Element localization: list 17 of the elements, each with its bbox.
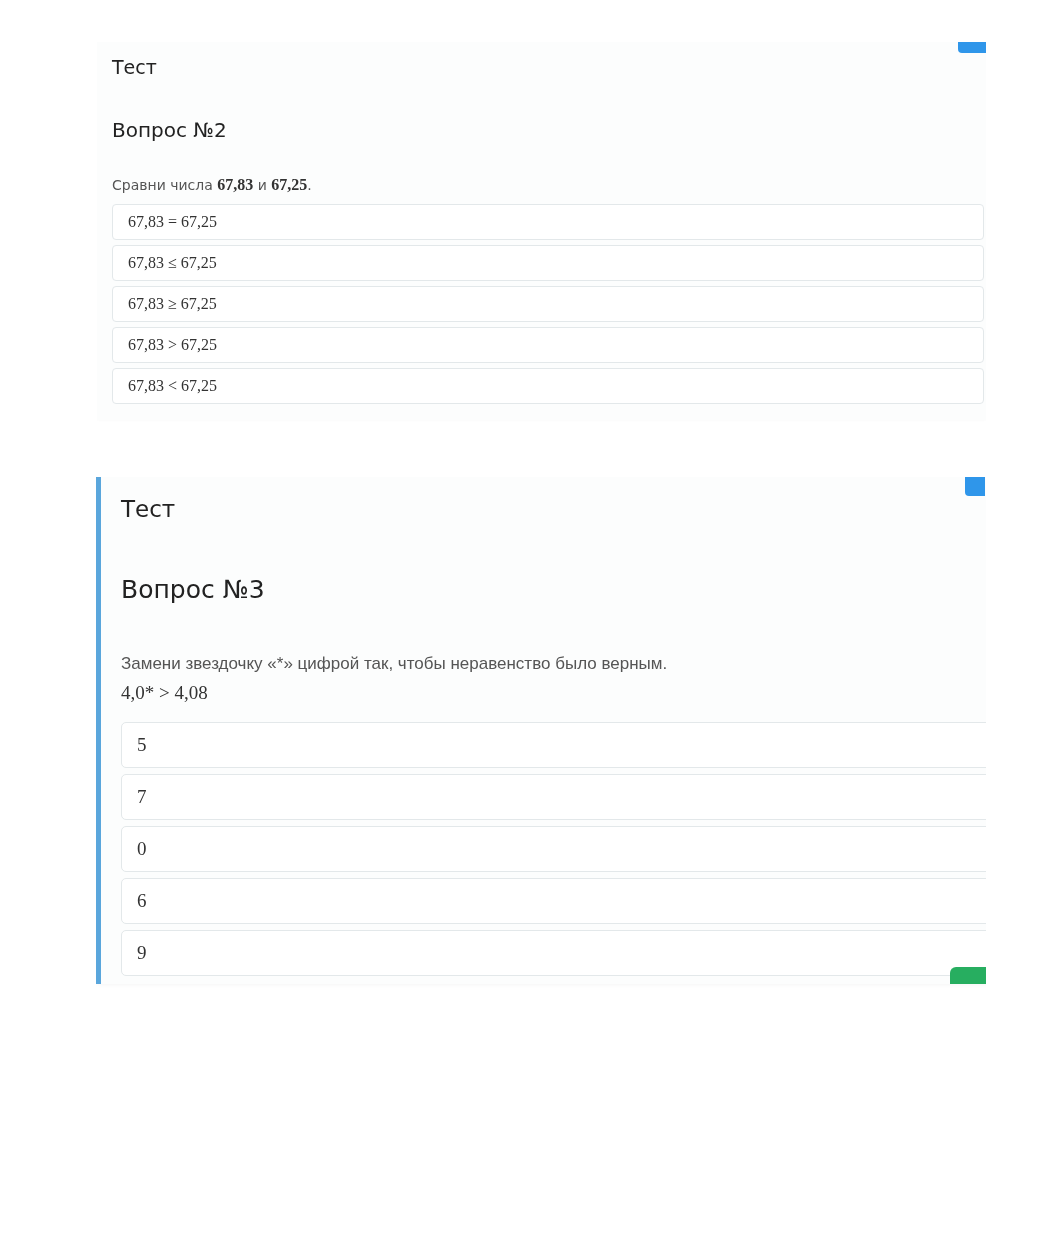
answer-option[interactable]: 0 [121, 826, 986, 872]
question-title: Вопрос №3 [121, 574, 266, 606]
answer-option[interactable]: 5 [121, 722, 986, 768]
formula: 4,0* > 4,08 [121, 681, 209, 705]
answer-option[interactable]: 67,83 = 67,25 [112, 204, 984, 240]
answer-option[interactable]: 6 [121, 878, 986, 924]
answer-option[interactable]: 9 [121, 930, 986, 976]
card-header: Тест [112, 55, 158, 80]
question-text: Замени звездочку «*» цифрой так, чтобы неравенство было верным. [121, 653, 669, 675]
answer-option[interactable]: 67,83 ≥ 67,25 [112, 286, 984, 322]
answer-option[interactable]: 7 [121, 774, 986, 820]
answer-option[interactable]: 67,83 ≤ 67,25 [112, 245, 984, 281]
question-title: Вопрос №2 [112, 117, 228, 144]
answer-option[interactable]: 67,83 < 67,25 [112, 368, 984, 404]
question-text: Сравни числа 67,83 и 67,25. [112, 175, 313, 195]
answer-option[interactable]: 67,83 > 67,25 [112, 327, 984, 363]
card-header: Тест [121, 495, 177, 524]
